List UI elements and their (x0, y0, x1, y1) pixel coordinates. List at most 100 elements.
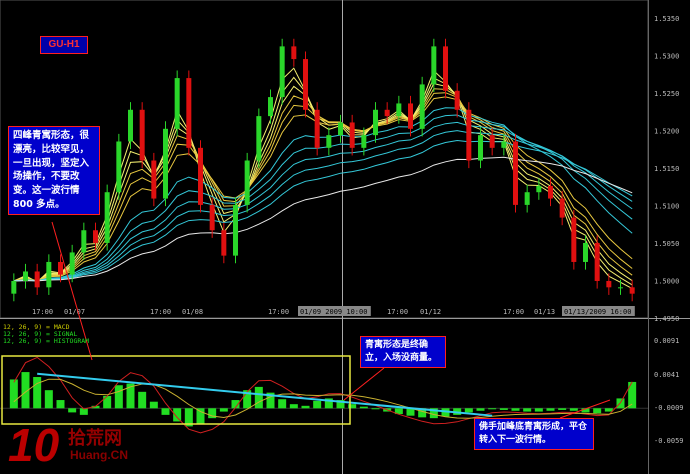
macd-histogram-bar (534, 408, 543, 412)
candle-body (23, 271, 28, 281)
macd-histogram-bar (103, 395, 112, 409)
candle-body (489, 135, 495, 148)
candle-body (104, 192, 110, 243)
candle-body (583, 242, 588, 262)
candle-body (244, 160, 250, 205)
time-axis-label: 01/13 (534, 308, 555, 316)
candle-body (326, 135, 332, 148)
macd-histogram-bar (149, 401, 158, 409)
time-axis-label: 17:00 (387, 308, 408, 316)
candle-body (233, 204, 238, 256)
candle-body (256, 116, 262, 161)
macd-histogram-bar (511, 408, 520, 411)
macd-histogram-bar (33, 377, 42, 409)
candle-body (81, 230, 87, 253)
candle-body (629, 287, 635, 294)
candle-body (384, 109, 390, 117)
price-axis-label: 1.5050 (654, 240, 679, 248)
candle-body (396, 103, 402, 117)
candle-body (151, 160, 157, 199)
candle-body (349, 122, 355, 148)
price-axis-label: 1.4950 (654, 315, 679, 323)
time-axis-label: 17:00 (32, 308, 53, 316)
price-axis-label: 1.5250 (654, 90, 679, 98)
candle-body (548, 185, 553, 199)
macd-histogram-bar (254, 386, 263, 409)
price-axis-label: 1.5000 (654, 278, 679, 286)
candle-body (606, 280, 612, 288)
fast-ma-line (13, 76, 633, 286)
symbol-tag: GU-H1 (40, 36, 88, 54)
candle-body (443, 46, 448, 91)
candle-body (408, 103, 413, 129)
candle-body (116, 141, 122, 193)
macd-histogram-bar (464, 408, 473, 413)
macd-histogram-bar (558, 408, 567, 410)
candle-body (34, 271, 40, 288)
price-axis-label: 1.5300 (654, 53, 679, 61)
macd-axis-label: -0.0009 (654, 404, 684, 412)
chart-root: 1.5350 1.5300 1.5250 1.5200 1.5150 1.5100 1.50… (0, 0, 690, 474)
candle-body (466, 109, 472, 161)
macd-histogram-bar (313, 400, 322, 409)
macd-histogram-bar (499, 408, 508, 410)
time-axis-label: 01/09 2009 10:00 (300, 308, 367, 316)
candle-body (618, 287, 623, 289)
candle-body (594, 242, 600, 281)
candle-body (58, 261, 63, 275)
macd-axis: 0.0091 0.0041 -0.0009 -0.0059 (654, 337, 684, 445)
macd-histogram-bar (546, 408, 555, 411)
macd-axis-label: -0.0059 (654, 437, 684, 445)
time-axis-label: 17:00 (150, 308, 171, 316)
candle-body (139, 109, 145, 161)
candle-body (571, 217, 577, 262)
candle-body (454, 90, 460, 110)
candle-body (209, 204, 215, 231)
candle-body (361, 135, 367, 148)
price-axis-label: 1.5350 (654, 15, 679, 23)
macd-histogram-bar (56, 400, 65, 409)
macd-histogram-bar (604, 408, 613, 412)
candle-body (174, 78, 180, 129)
moving-average-ribbons (13, 67, 633, 290)
candle-body (501, 141, 507, 148)
macd-histogram-bar (44, 390, 53, 409)
macd-histogram-bar (196, 408, 205, 424)
logo-url: Huang.CN (70, 448, 128, 462)
candle-body (536, 185, 542, 193)
time-axis-label: 17:00 (268, 308, 289, 316)
candle-body (303, 59, 308, 110)
time-axis-label: 17:00 (503, 308, 524, 316)
candle-body (478, 135, 483, 161)
candle-body (69, 252, 75, 275)
price-axis: 1.5350 1.5300 1.5250 1.5200 1.5150 1.5100 1.50… (654, 15, 679, 323)
macd-histogram-bar (114, 385, 123, 409)
candle-body (419, 84, 425, 129)
candle-body (338, 122, 343, 136)
macd-histogram-bar (488, 408, 497, 410)
macd-axis-label: 0.0041 (654, 371, 679, 379)
candle-body (128, 109, 133, 142)
macd-histogram-bar (68, 408, 77, 413)
macd-histogram-bar (301, 405, 310, 409)
macd-histogram-bar (476, 408, 485, 411)
price-axis-label: 1.5150 (654, 165, 679, 173)
site-logo: 10 拾荒网 Huang.CN (4, 418, 154, 472)
time-axis-label: 01/07 (64, 308, 85, 316)
candle-body (198, 147, 203, 205)
logo-number: 10 (8, 419, 60, 471)
time-axis: 17:00 01/07 17:00 01/08 17:00 01/09 2009 10:0… (32, 306, 635, 316)
macd-histogram-bar (9, 379, 18, 409)
candle-body (431, 46, 437, 85)
candle-body (221, 230, 227, 256)
candle-body (513, 141, 518, 205)
candle-body (373, 109, 378, 136)
candle-body (163, 128, 168, 199)
macd-histogram-bar (278, 399, 287, 409)
price-axis-label: 1.5100 (654, 203, 679, 211)
time-axis-label: 01/08 (182, 308, 203, 316)
candle-body (524, 192, 530, 205)
fast-ma-line (13, 88, 633, 282)
histogram-legend-line: 12, 26, 9) = HISTOGRAM (3, 337, 90, 345)
candle-body (291, 46, 297, 60)
